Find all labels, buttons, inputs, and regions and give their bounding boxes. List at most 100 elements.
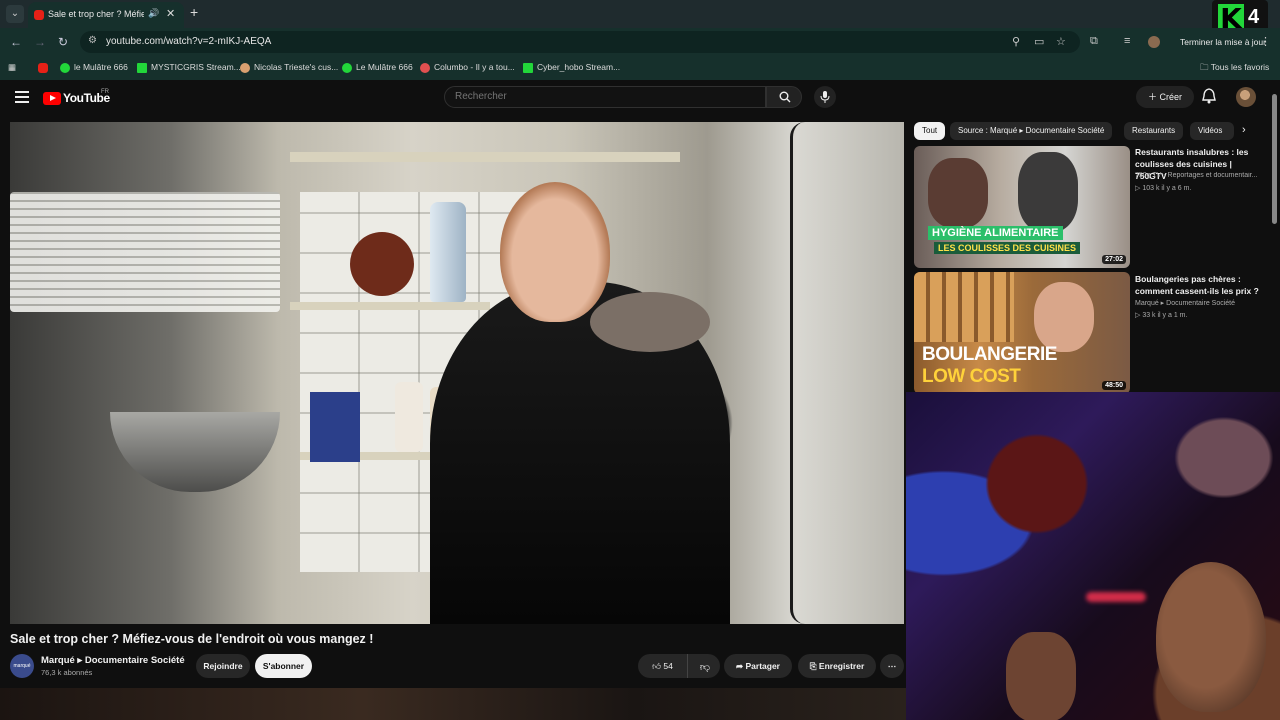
account-avatar[interactable] [1236,87,1256,107]
bookmark-favicon-icon [240,62,250,73]
video-title: Sale et trop cher ? Méfiez-vous de l'end… [10,632,374,646]
dislike-button[interactable]: 👎︎ [690,654,720,678]
youtube-favicon-icon [34,10,44,20]
bookmark-label: MYSTICGRIS Stream... [151,62,241,72]
bookmark-label: Cyber_hobo Stream... [537,62,621,72]
video-duration: 27:02 [1102,255,1126,264]
chip-all[interactable]: Tout [914,122,946,140]
webcam-overlay [906,392,1280,720]
page-scrollbar[interactable] [1272,94,1277,224]
browser-tab[interactable]: Sale et trop cher ? Méfiez-v 🔊 ✕ [28,2,184,28]
close-tab-icon[interactable]: ✕ [166,7,175,20]
thumbnail-text: HYGIÈNE ALIMENTAIRE [928,226,1063,240]
bookmarks-bar: ▦ le Mulâtre 666 MYSTICGRIS Stream... Ni… [0,56,1280,80]
zoom-icon[interactable]: ⚲ [1012,35,1020,48]
like-button[interactable]: 👍︎ 54 [638,654,688,678]
thumbnail-person [1034,282,1094,352]
create-button[interactable]: ＋ Créer [1136,86,1194,108]
subscribe-button[interactable]: S'abonner [255,654,312,678]
recommendation-channel[interactable]: Marqué ▸ Documentaire Société [1135,299,1265,307]
bookmark-label: Nicolas Trieste's cus... [254,62,339,72]
search-input[interactable] [455,91,755,102]
recommendation-title[interactable]: Boulangeries pas chères : comment cassen… [1135,273,1265,297]
tab-title: Sale et trop cher ? Méfiez-v [48,9,144,19]
channel-name[interactable]: Marqué ▸ Documentaire Société [41,655,185,666]
video-frame-face [500,182,610,322]
thumbnail-person [928,158,988,228]
bookmark-item[interactable]: Columbo - Il y a tou... [420,62,515,73]
thumbs-down-icon: 👎︎ [699,662,711,673]
new-tab-icon[interactable]: + [190,4,198,20]
like-dislike-group: 👍︎ 54 👎︎ [638,654,720,678]
video-player[interactable] [10,122,904,624]
webcam-hand [1006,632,1076,720]
recommendation-thumbnail[interactable]: HYGIÈNE ALIMENTAIRE LES COULISSES DES CU… [914,146,1130,268]
create-label: Créer [1159,92,1183,102]
recommendation-thumbnail[interactable]: BOULANGERIE LOW COST 48:50 [914,272,1130,394]
save-label: Enregistrer [818,661,865,671]
apps-grid-icon[interactable]: ▦ [8,62,16,73]
chip-videos[interactable]: Vidéos [1190,122,1234,140]
like-count: 54 [663,661,673,671]
bookmark-item[interactable]: MYSTICGRIS Stream... [137,62,241,73]
tab-search-button[interactable]: ⌄ [6,5,24,23]
share-label: Partager [745,661,780,671]
webcam-face [1156,562,1266,712]
plus-icon: ＋ [1147,92,1160,102]
video-frame-bottle [430,202,466,302]
youtube-play-icon [43,92,61,105]
thumbs-up-icon: 👍︎ [652,661,664,671]
bookmark-item[interactable]: Le Mulâtre 666 [342,62,413,73]
description-preview [0,688,906,720]
video-frame-shelf [290,302,490,310]
channel-avatar[interactable]: marqué [10,654,34,678]
video-frame-sign [350,232,414,296]
voice-search-button[interactable] [814,86,836,108]
country-code: FR [101,89,109,95]
chevron-right-icon[interactable]: › [1242,124,1246,136]
share-button[interactable]: ➦ Partager [724,654,792,678]
speaker-icon[interactable]: 🔊 [148,8,159,19]
url-text[interactable]: youtube.com/watch?v=2-mIKJ-AEQA [106,36,271,47]
bookmark-item[interactable]: le Mulâtre 666 [60,62,128,73]
install-app-icon[interactable]: ▭ [1034,35,1044,48]
back-icon[interactable]: ← [10,35,22,49]
youtube-favicon-icon [38,62,48,73]
bookmark-youtube-icon[interactable] [38,62,52,73]
save-button[interactable]: ⎘ Enregistrer [798,654,876,678]
search-box[interactable] [444,86,766,108]
hamburger-menu-icon[interactable] [15,91,29,103]
video-duration: 48:50 [1102,381,1126,390]
search-button[interactable] [766,86,802,108]
reading-list-icon[interactable]: ≡ [1124,35,1130,47]
join-button[interactable]: Rejoindre [196,654,250,678]
recommendation-stats: ▷ 33 k il y a 1 m. [1135,312,1188,319]
extensions-icon[interactable]: ⧉ [1090,35,1098,48]
video-frame-plates [10,192,280,312]
video-frame-bottle [395,382,423,452]
more-actions-button[interactable]: ⋯ [880,654,904,678]
all-bookmarks[interactable]: 🗀 Tous les favoris [1200,62,1269,76]
chip-restaurants[interactable]: Restaurants [1124,122,1184,140]
site-info-icon[interactable]: ⚙ [88,35,97,46]
forward-icon[interactable]: → [34,35,46,49]
folder-icon: 🗀 [1200,62,1211,72]
reload-icon[interactable]: ↻ [58,35,68,49]
bookmark-item[interactable]: Cyber_hobo Stream... [523,62,620,73]
subscriber-count: 76,3 k abonnés [41,668,93,677]
webcam-light [1086,592,1146,602]
browser-menu-icon[interactable]: ⋮ [1260,35,1271,48]
bookmark-item[interactable]: Nicolas Trieste's cus... [240,62,338,73]
recommendation-stats: ▷ 103 k il y a 6 m. [1135,185,1192,192]
search-icon [779,91,791,103]
profile-avatar[interactable] [1148,36,1160,48]
video-frame-hood [590,292,710,352]
bookmark-label: Columbo - Il y a tou... [434,62,515,72]
bookmark-star-icon[interactable]: ☆ [1056,35,1066,48]
bookmark-favicon-icon [60,62,70,73]
notifications-bell-icon[interactable] [1202,88,1216,104]
recommendation-channel[interactable]: 750g TV - Reportages et documentair... [1135,172,1265,179]
chip-source[interactable]: Source : Marqué ▸ Documentaire Société [950,122,1113,140]
video-frame-basket [310,392,360,462]
omnibox[interactable]: ⚙ youtube.com/watch?v=2-mIKJ-AEQA [80,31,1080,53]
